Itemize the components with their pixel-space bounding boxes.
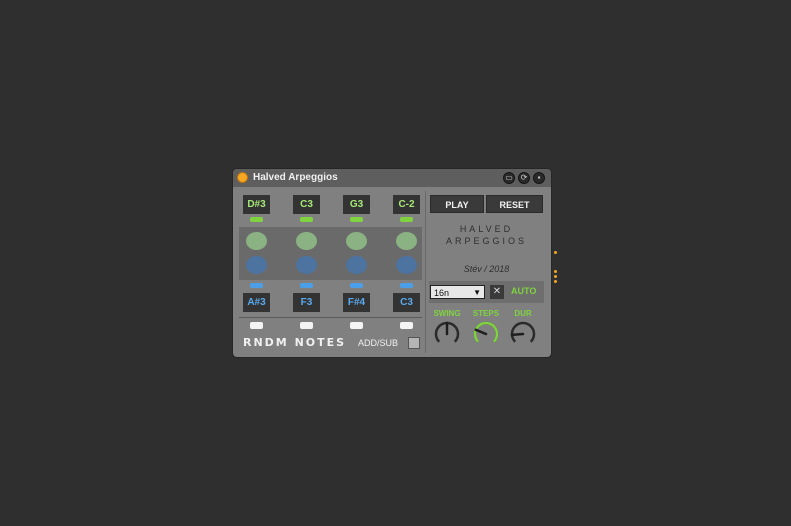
rndm-button-3[interactable] [350,322,363,329]
knob-needle [510,332,525,337]
top-step-led-3 [350,217,363,222]
bottom-step-led-2 [300,283,313,288]
save-icon[interactable]: ▪ [533,172,545,184]
chevron-down-icon: ▼ [473,288,481,297]
dur-label: DUR [514,309,532,318]
top-note-2[interactable]: C3 [293,195,320,214]
steps-label: STEPS [472,309,500,318]
bottom-note-4[interactable]: C3 [393,293,420,312]
swing-label: SWING [433,309,461,318]
addsub-label: ADD/SUB [358,338,399,348]
top-step-led-4 [400,217,413,222]
close-icon[interactable]: ✕ [490,285,504,299]
rndm-button-1[interactable] [250,322,263,329]
power-toggle[interactable] [237,172,248,183]
steps-knob[interactable] [472,320,500,348]
auto-toggle[interactable]: AUTO [511,286,536,296]
knob-arc [473,321,499,343]
blue-step-toggle-3[interactable] [346,256,367,274]
green-step-toggle-1[interactable] [246,232,267,250]
dur-knob[interactable] [509,320,537,348]
top-note-3[interactable]: G3 [343,195,370,214]
play-button[interactable]: PLAY [430,195,484,213]
edge-dot [554,275,557,278]
rndm-button-4[interactable] [400,322,413,329]
collapse-icon[interactable]: ▭ [503,172,515,184]
top-note-1[interactable]: D#3 [243,195,270,214]
edge-dot [554,270,557,273]
knob-track [510,321,536,343]
device-titlebar: Halved Arpeggios ▭ ⟳ ▪ [233,169,551,187]
top-step-led-2 [300,217,313,222]
step-circles-area [239,227,422,280]
reset-button[interactable]: RESET [486,195,543,213]
knob-needle [474,328,488,336]
edge-dot [554,280,557,283]
rndm-button-2[interactable] [300,322,313,329]
green-step-toggle-2[interactable] [296,232,317,250]
top-note-4[interactable]: C-2 [393,195,420,214]
link-icon[interactable]: ⟳ [518,172,530,184]
green-step-toggle-3[interactable] [346,232,367,250]
top-step-led-1 [250,217,263,222]
logo-line-2: ARPEGGIOS [445,236,527,246]
green-step-toggle-4[interactable] [396,232,417,250]
bottom-step-led-4 [400,283,413,288]
bottom-step-led-3 [350,283,363,288]
rate-dropdown[interactable]: 16n ▼ [430,285,485,299]
divider [239,317,422,318]
bottom-note-2[interactable]: F3 [293,293,320,312]
swing-knob[interactable] [433,320,461,348]
blue-step-toggle-2[interactable] [296,256,317,274]
logo-line-1: HALVED [459,224,514,234]
rndm-notes-label: RNDM NOTES [243,336,347,349]
bottom-note-3[interactable]: F#4 [343,293,370,312]
bottom-note-1[interactable]: A#3 [243,293,270,312]
bottom-step-led-1 [250,283,263,288]
rate-value: 16n [434,288,450,298]
addsub-checkbox[interactable] [408,337,420,349]
blue-step-toggle-1[interactable] [246,256,267,274]
blue-step-toggle-4[interactable] [396,256,417,274]
device-title: Halved Arpeggios [253,172,338,183]
author-credit: Stév / 2018 [463,264,510,274]
edge-dot [554,251,557,254]
device-panel: Halved Arpeggios ▭ ⟳ ▪ D#3 C3 G3 C-2 A#3… [233,169,551,357]
